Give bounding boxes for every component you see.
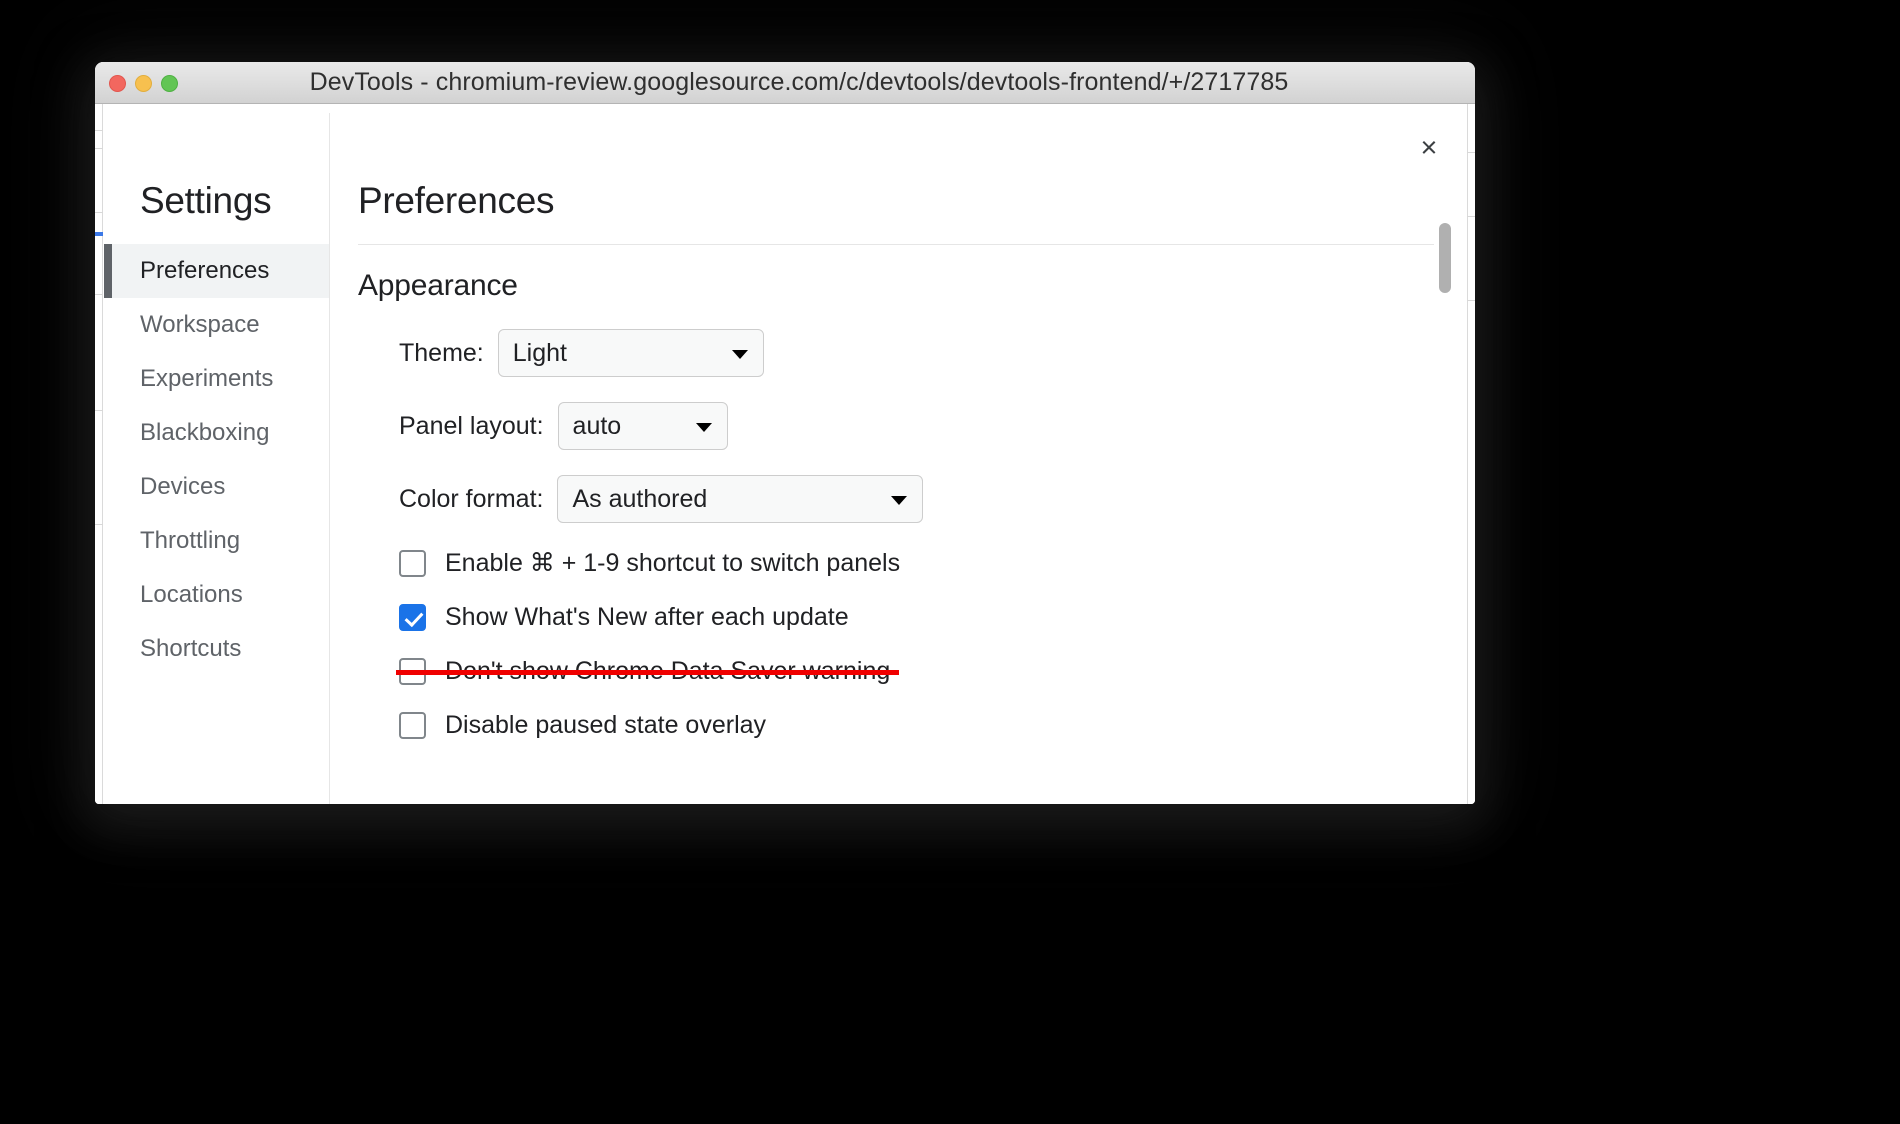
sidebar-item-label: Blackboxing <box>140 419 270 446</box>
edge-rule <box>1467 152 1475 153</box>
sidebar-item-label: Locations <box>140 581 243 608</box>
page-left-edge <box>95 104 103 804</box>
edge-rule <box>95 130 103 131</box>
panel-layout-select-value: auto <box>572 411 622 440</box>
page-title: Preferences <box>358 180 555 221</box>
checkbox-input[interactable] <box>399 712 426 739</box>
traffic-light-group <box>109 62 178 104</box>
section-title-appearance: Appearance <box>358 269 518 302</box>
checkbox-input[interactable] <box>399 604 426 631</box>
edge-highlight <box>95 232 103 236</box>
checkbox-label: Don't show Chrome Data Saver warning <box>445 657 891 685</box>
sidebar-item-label: Experiments <box>140 365 274 392</box>
sidebar-item-blackboxing[interactable]: Blackboxing <box>104 406 329 460</box>
settings-layout: Settings Preferences Workspace Experimen… <box>104 113 1466 804</box>
checkbox-input[interactable] <box>399 549 426 577</box>
theme-row: Theme: Light <box>358 329 1466 377</box>
panel-layout-row: Panel layout: auto <box>358 402 1466 450</box>
maximize-window-icon[interactable] <box>161 74 178 92</box>
chevron-down-icon <box>891 496 908 505</box>
sidebar-item-shortcuts[interactable]: Shortcuts <box>104 622 329 676</box>
sidebar-item-workspace[interactable]: Workspace <box>104 298 329 352</box>
theme-select-value: Light <box>512 338 567 367</box>
preferences-scroll-area: Appearance Theme: Light Panel layout: au… <box>330 245 1466 751</box>
color-format-select-value: As authored <box>572 484 708 513</box>
checkbox-label: Disable paused state overlay <box>445 711 767 739</box>
page-right-edge <box>1467 104 1475 804</box>
settings-sidebar: Settings Preferences Workspace Experimen… <box>104 113 330 804</box>
sidebar-item-label: Shortcuts <box>140 635 242 662</box>
window-titlebar: DevTools - chromium-review.googlesource.… <box>95 62 1475 104</box>
edge-rule <box>95 148 103 149</box>
checkbox-label: Show What's New after each update <box>445 603 849 631</box>
sidebar-item-locations[interactable]: Locations <box>104 568 329 622</box>
settings-main-panel: Preferences Appearance Theme: Light Pane… <box>330 113 1466 804</box>
panel-layout-select[interactable]: auto <box>557 402 728 450</box>
screen: DevTools - chromium-review.googlesource.… <box>0 0 1900 1124</box>
sidebar-item-devices[interactable]: Devices <box>104 460 329 514</box>
color-format-label: Color format: <box>399 484 544 513</box>
checkbox-row-show-whats-new[interactable]: Show What's New after each update <box>358 603 1466 632</box>
sidebar-item-label: Preferences <box>140 257 270 284</box>
window-title: DevTools - chromium-review.googlesource.… <box>309 68 1289 96</box>
edge-rule <box>95 294 103 295</box>
sidebar-item-label: Devices <box>140 473 226 500</box>
preferences-scrollbar[interactable] <box>1439 213 1451 804</box>
sidebar-item-preferences[interactable]: Preferences <box>104 244 329 298</box>
edge-rule <box>95 524 103 525</box>
browser-window: DevTools - chromium-review.googlesource.… <box>95 62 1475 804</box>
scrollbar-thumb[interactable] <box>1439 223 1451 293</box>
sidebar-item-label: Throttling <box>140 527 241 554</box>
sidebar-item-throttling[interactable]: Throttling <box>104 514 329 568</box>
panel-layout-label: Panel layout: <box>399 411 544 440</box>
edge-rule <box>95 410 103 411</box>
checkbox-input[interactable] <box>399 658 426 685</box>
theme-label: Theme: <box>399 338 484 367</box>
minimize-window-icon[interactable] <box>135 74 152 92</box>
sidebar-title: Settings <box>140 180 272 221</box>
window-body: × Settings Preferences Workspace Experim… <box>95 104 1475 804</box>
theme-select[interactable]: Light <box>497 329 764 377</box>
chevron-down-icon <box>695 423 712 432</box>
close-window-icon[interactable] <box>109 74 126 92</box>
sidebar-item-label: Workspace <box>140 311 260 338</box>
edge-rule <box>1467 216 1475 217</box>
color-format-select[interactable]: As authored <box>557 475 924 523</box>
settings-dialog: × Settings Preferences Workspace Experim… <box>104 113 1466 804</box>
sidebar-item-experiments[interactable]: Experiments <box>104 352 329 406</box>
edge-rule <box>95 212 103 213</box>
chevron-down-icon <box>731 350 748 359</box>
checkbox-row-shortcut-switch-panels[interactable]: Enable ⌘ + 1-9 shortcut to switch panels <box>358 548 1466 578</box>
color-format-row: Color format: As authored <box>358 475 1466 523</box>
checkbox-row-disable-paused-overlay[interactable]: Disable paused state overlay <box>358 711 1466 740</box>
edge-rule <box>1467 300 1475 301</box>
checkbox-label: Enable ⌘ + 1-9 shortcut to switch panels <box>445 549 901 577</box>
checkbox-row-data-saver-warning[interactable]: Don't show Chrome Data Saver warning <box>358 657 1466 686</box>
